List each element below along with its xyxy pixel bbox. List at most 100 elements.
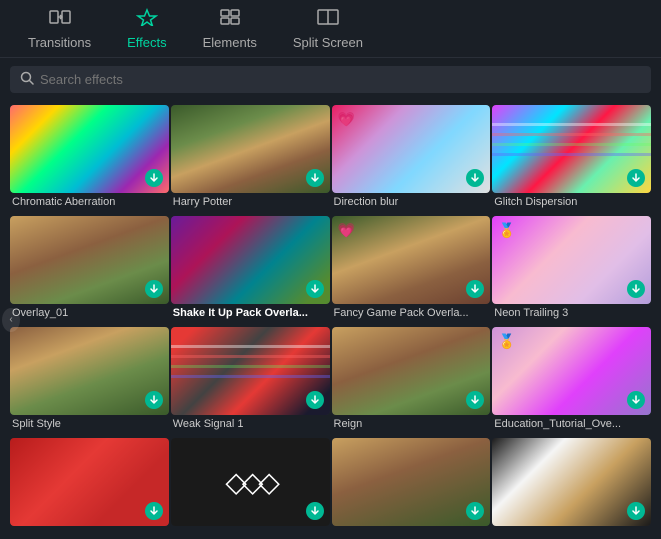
effect-thumb-inner-row4-1 (10, 438, 169, 526)
effect-thumb-inner-split-style (10, 327, 169, 415)
effect-thumb-inner-direction-blur: 💗 (332, 105, 491, 193)
effect-thumb-inner-harry-potter (171, 105, 330, 193)
nav-item-split-screen[interactable]: Split Screen (275, 2, 381, 56)
effect-thumb-inner-shake-it-up (171, 216, 330, 304)
effect-thumb-inner-reign (332, 327, 491, 415)
search-icon (20, 71, 34, 88)
effect-thumb-chromatic-aberration (10, 105, 169, 193)
effect-item-harry-potter[interactable]: Harry Potter (171, 105, 330, 214)
effect-thumb-split-style (10, 327, 169, 415)
effect-item-chromatic-aberration[interactable]: Chromatic Aberration (10, 105, 169, 214)
effect-label-chromatic-aberration: Chromatic Aberration (10, 196, 169, 208)
effect-thumb-row4-1 (10, 438, 169, 526)
effect-thumb-glitch-dispersion (492, 105, 651, 193)
effect-label-row4-1 (10, 529, 169, 538)
download-badge-reign[interactable] (466, 391, 484, 409)
nav-item-elements[interactable]: Elements (185, 2, 275, 56)
download-badge-row4-2[interactable] (306, 502, 324, 520)
effect-thumb-inner-row4-4 (492, 438, 651, 526)
download-badge-chromatic-aberration[interactable] (145, 169, 163, 187)
effect-thumb-inner-row4-2 (171, 438, 330, 526)
effect-item-split-style[interactable]: Split Style (10, 327, 169, 436)
effect-label-fancy-game: Fancy Game Pack Overla... (332, 307, 491, 319)
effect-item-education-tutorial[interactable]: 🏅 Education_Tutorial_Ove... (492, 327, 651, 436)
download-badge-row4-4[interactable] (627, 502, 645, 520)
side-arrow[interactable]: ‹ (2, 308, 20, 332)
nav-label-split-screen: Split Screen (293, 35, 363, 50)
download-badge-weak-signal-1[interactable] (306, 391, 324, 409)
effect-thumb-overlay-01 (10, 216, 169, 304)
download-badge-neon-trailing-3[interactable] (627, 280, 645, 298)
effect-item-row4-4[interactable] (492, 438, 651, 538)
effect-label-row4-4 (492, 529, 651, 538)
effect-thumb-inner-glitch-dispersion (492, 105, 651, 193)
effect-item-fancy-game[interactable]: 💗 Fancy Game Pack Overla... (332, 216, 491, 325)
download-badge-direction-blur[interactable] (466, 169, 484, 187)
effect-label-shake-it-up: Shake It Up Pack Overla... (171, 307, 330, 319)
effect-item-direction-blur[interactable]: 💗 Direction blur (332, 105, 491, 214)
effect-label-row4-2 (171, 529, 330, 538)
effect-item-reign[interactable]: Reign (332, 327, 491, 436)
download-badge-shake-it-up[interactable] (306, 280, 324, 298)
effect-item-overlay-01[interactable]: Overlay_01 (10, 216, 169, 325)
download-badge-education-tutorial[interactable] (627, 391, 645, 409)
effects-icon (136, 8, 158, 31)
premium-badge-fancy-game: 💗 (338, 222, 355, 239)
effect-thumb-inner-overlay-01 (10, 216, 169, 304)
nav-item-transitions[interactable]: Transitions (10, 2, 109, 56)
effect-thumb-direction-blur: 💗 (332, 105, 491, 193)
effect-thumb-harry-potter (171, 105, 330, 193)
effect-label-split-style: Split Style (10, 418, 169, 430)
effect-label-glitch-dispersion: Glitch Dispersion (492, 196, 651, 208)
nav-label-transitions: Transitions (28, 35, 91, 50)
download-badge-fancy-game[interactable] (466, 280, 484, 298)
transitions-icon (49, 8, 71, 31)
effect-item-row4-1[interactable] (10, 438, 169, 538)
download-badge-harry-potter[interactable] (306, 169, 324, 187)
effect-thumb-row4-4 (492, 438, 651, 526)
effect-item-glitch-dispersion[interactable]: Glitch Dispersion (492, 105, 651, 214)
search-bar (10, 66, 651, 93)
effect-label-overlay-01: Overlay_01 (10, 307, 169, 319)
nav-label-elements: Elements (203, 35, 257, 50)
effect-item-weak-signal-1[interactable]: Weak Signal 1 (171, 327, 330, 436)
effect-thumb-inner-chromatic-aberration (10, 105, 169, 193)
effect-label-neon-trailing-3: Neon Trailing 3 (492, 307, 651, 319)
effect-item-row4-3[interactable] (332, 438, 491, 538)
effect-item-neon-trailing-3[interactable]: 🏅 Neon Trailing 3 (492, 216, 651, 325)
premium-badge-direction-blur: 💗 (338, 111, 355, 128)
effect-thumb-inner-weak-signal-1 (171, 327, 330, 415)
effect-label-direction-blur: Direction blur (332, 196, 491, 208)
effect-thumb-reign (332, 327, 491, 415)
top-nav: Transitions Effects Elements Spl (0, 0, 661, 58)
premium-badge-education-tutorial: 🏅 (498, 333, 515, 350)
effect-thumb-row4-2 (171, 438, 330, 526)
effect-thumb-inner-education-tutorial: 🏅 (492, 327, 651, 415)
effect-thumb-fancy-game: 💗 (332, 216, 491, 304)
effect-label-weak-signal-1: Weak Signal 1 (171, 418, 330, 430)
effect-label-education-tutorial: Education_Tutorial_Ove... (492, 418, 651, 430)
effect-label-row4-3 (332, 529, 491, 538)
download-badge-overlay-01[interactable] (145, 280, 163, 298)
search-input[interactable] (40, 72, 641, 87)
effect-thumb-neon-trailing-3: 🏅 (492, 216, 651, 304)
effect-label-reign: Reign (332, 418, 491, 430)
effect-label-harry-potter: Harry Potter (171, 196, 330, 208)
download-badge-row4-1[interactable] (145, 502, 163, 520)
effect-thumb-inner-row4-3 (332, 438, 491, 526)
split-screen-icon (317, 8, 339, 31)
download-badge-row4-3[interactable] (466, 502, 484, 520)
effect-thumb-education-tutorial: 🏅 (492, 327, 651, 415)
download-badge-glitch-dispersion[interactable] (627, 169, 645, 187)
effect-thumb-weak-signal-1 (171, 327, 330, 415)
effect-item-shake-it-up[interactable]: Shake It Up Pack Overla... (171, 216, 330, 325)
effect-thumb-inner-neon-trailing-3: 🏅 (492, 216, 651, 304)
elements-icon (219, 8, 241, 31)
nav-item-effects[interactable]: Effects (109, 2, 185, 56)
effects-grid: ‹ Chromatic AberrationHarry Potter 💗 Direc… (0, 101, 661, 538)
effect-item-row4-2[interactable] (171, 438, 330, 538)
effect-thumb-shake-it-up (171, 216, 330, 304)
effect-thumb-inner-fancy-game: 💗 (332, 216, 491, 304)
download-badge-split-style[interactable] (145, 391, 163, 409)
premium-badge-neon-trailing-3: 🏅 (498, 222, 515, 239)
